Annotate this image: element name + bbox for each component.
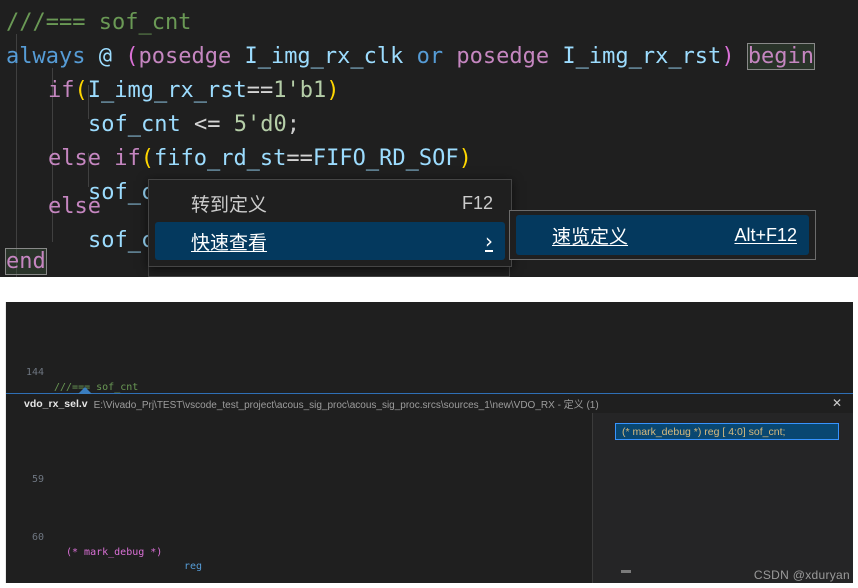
bracket-match-end: end (5, 248, 47, 275)
code-token-identifier: I_img_rx_rst (562, 44, 722, 69)
bottom-editor-screenshot[interactable]: 144 ///=== sof_cnt 145 always @ (posedge… (5, 302, 854, 583)
peek-result-item[interactable]: (* mark_debug *) reg [ 4:0] sof_cnt; (615, 423, 839, 440)
code-token-identifier: sof_cnt (88, 112, 181, 137)
code-line: else if(fifo_rd_st==FIFO_RD_SOF) (48, 142, 472, 176)
code-token-keyword: reg (184, 561, 203, 572)
code-token-number: 1'b1 (273, 78, 327, 103)
code-line: sof_cnt <= 5'd0; (88, 108, 300, 142)
line-number: 59 (31, 474, 44, 485)
code-token-keyword: or (403, 44, 457, 69)
code-line: 144 ///=== sof_cnt (6, 352, 854, 393)
code-token-op (85, 44, 98, 69)
code-line: if(I_img_rx_rst==1'b1) (48, 74, 339, 108)
close-icon[interactable]: ✕ (830, 397, 844, 411)
peek-header: vdo_rx_sel.v E:\Vivado_Prj\TEST\vscode_t… (6, 394, 854, 414)
line-number: 60 (31, 532, 44, 543)
context-menu[interactable]: 转到定义 F12 快速查看 › (148, 179, 512, 267)
chevron-right-icon: › (485, 229, 493, 253)
code-token-op: <= (180, 112, 234, 137)
code-token-paren: ( (74, 78, 88, 103)
peek-code-editor[interactable]: 59 60 (* mark_debug *) reg img_rx_vsy; 6… (6, 413, 593, 583)
code-token-punct: ; (286, 112, 300, 137)
code-line: 60 (* mark_debug *) reg img_rx_vsy; (6, 517, 592, 572)
context-submenu-item-peek-definition[interactable]: 速览定义 Alt+F12 (516, 215, 809, 255)
code-token-identifier: FIFO_RD_SOF (312, 146, 459, 171)
code-token-keyword2: else (48, 194, 101, 219)
line-number: 144 (25, 367, 44, 378)
code-token-paren: ( (125, 44, 139, 69)
code-line: 59 (6, 459, 592, 485)
watermark: CSDN @xduryan (753, 568, 850, 582)
code-token-paren: ) (721, 44, 735, 69)
context-menu-item-shortcut: F12 (461, 192, 493, 213)
code-token-identifier: fifo_rd_st (153, 146, 287, 171)
code-token-keyword: always (6, 44, 86, 69)
top-code-editor[interactable]: ///=== sof_cnt always @ (posedge I_img_r… (0, 0, 858, 277)
code-token-keyword2: else if (48, 146, 141, 171)
code-token-keyword2: posedge (138, 44, 232, 69)
peek-body: 59 60 (* mark_debug *) reg img_rx_vsy; 6… (6, 413, 854, 583)
code-line: else (48, 190, 101, 224)
code-token-identifier: I_img_rx_rst (87, 78, 247, 103)
peek-definition-view[interactable]: vdo_rx_sel.v E:\Vivado_Prj\TEST\vscode_t… (6, 387, 854, 583)
peek-code-lines: 59 60 (* mark_debug *) reg img_rx_vsy; 6… (6, 415, 592, 584)
context-submenu[interactable]: 速览定义 Alt+F12 (509, 210, 816, 260)
peek-file-name: vdo_rx_sel.v (24, 397, 88, 410)
code-token-comment: ///=== sof_cnt (6, 10, 192, 35)
code-line: ///=== sof_cnt (6, 6, 191, 40)
context-menu-item-label: 转到定义 (191, 193, 268, 216)
code-token-at: @ (98, 44, 112, 69)
code-line: 61 (* mark_debug *) reg img_rx_hsy; (6, 575, 592, 584)
code-token-op: == (246, 78, 274, 103)
code-token-paren: ( (140, 146, 154, 171)
code-token-paren: ) (458, 146, 472, 171)
context-menu-item-quick-view[interactable]: 快速查看 › (155, 222, 505, 260)
code-line: always @ (posedge I_img_rx_clk or posedg… (6, 40, 816, 74)
code-token-paren: ) (326, 78, 340, 103)
scrollbar-thumb[interactable] (621, 570, 631, 573)
code-token-number: 5'd0 (233, 112, 287, 137)
context-menu-item-goto-definition[interactable]: 转到定义 F12 (155, 184, 505, 222)
code-token-attribute: (* mark_debug *) (66, 546, 163, 558)
code-token-identifier: I_img_rx_clk (244, 44, 404, 69)
context-submenu-item-shortcut: Alt+F12 (734, 224, 797, 245)
peek-arrow-icon (78, 387, 92, 394)
context-submenu-item-label: 速览定义 (552, 225, 629, 248)
screenshot-root: ///=== sof_cnt always @ (posedge I_img_r… (0, 0, 858, 588)
code-token-keyword2: if (48, 78, 75, 103)
peek-file-path: E:\Vivado_Prj\TEST\vscode_test_project\a… (93, 400, 599, 411)
bracket-match-begin: begin (746, 43, 816, 70)
right-margin (853, 302, 858, 588)
context-menu-item-label: 快速查看 (191, 231, 268, 254)
code-line: end (5, 245, 47, 277)
code-token-op: == (286, 146, 313, 171)
code-token-keyword2: posedge (456, 44, 550, 69)
peek-results-list[interactable]: (* mark_debug *) reg [ 4:0] sof_cnt; (593, 413, 854, 583)
